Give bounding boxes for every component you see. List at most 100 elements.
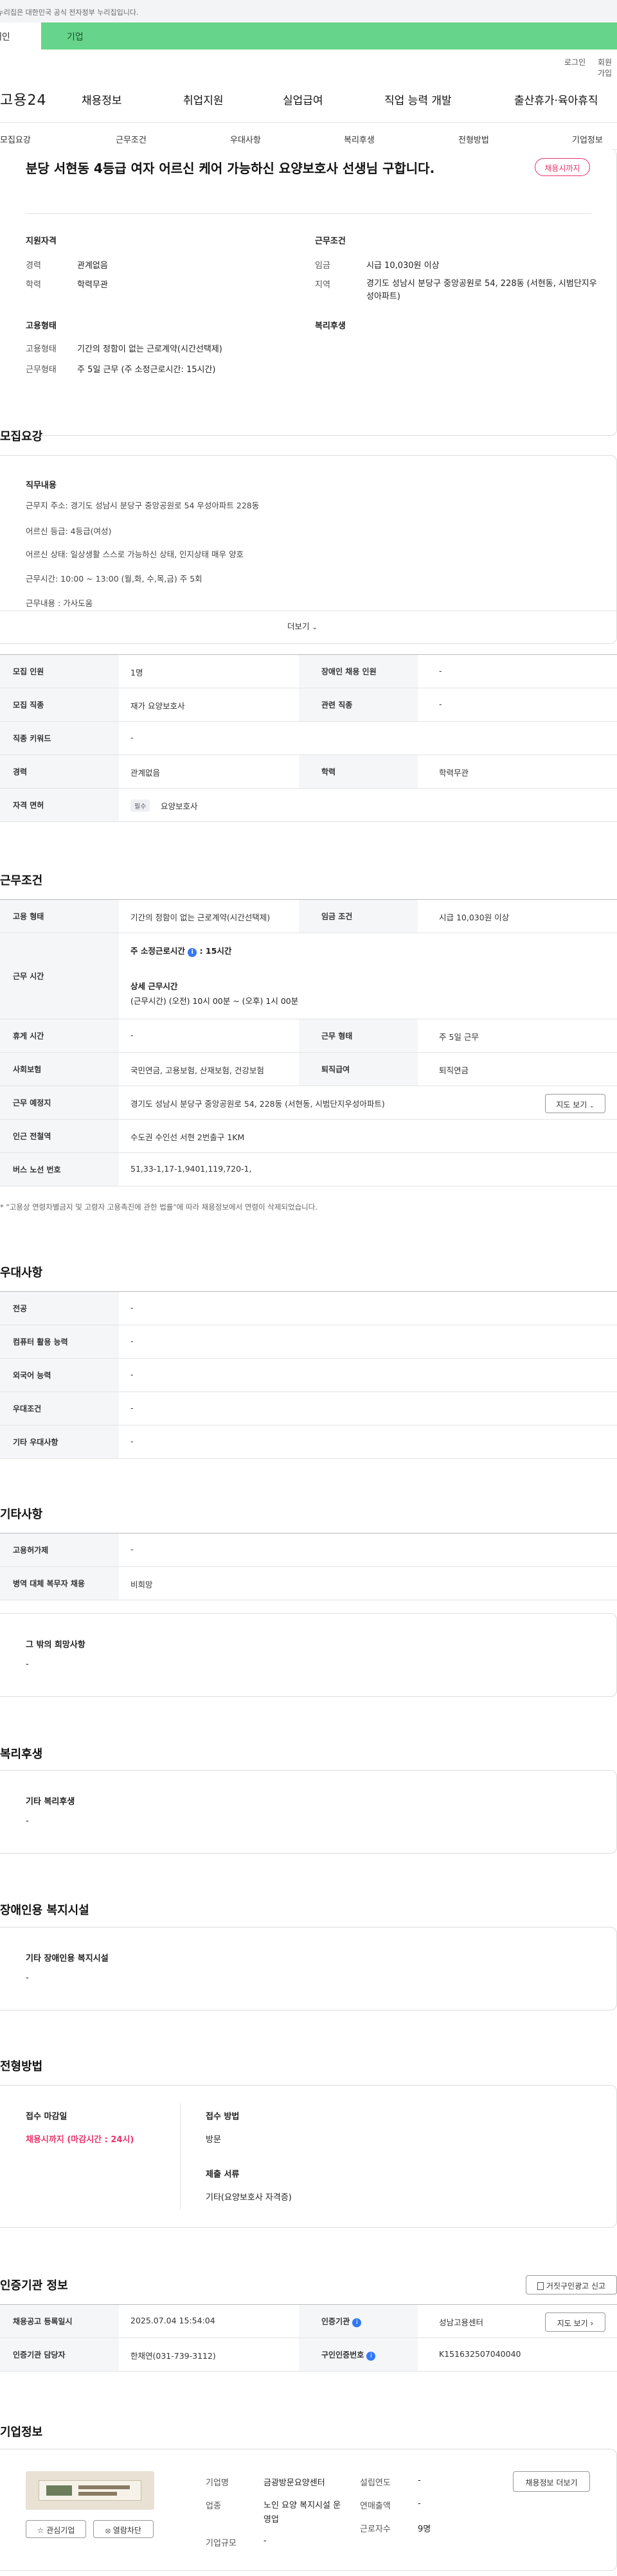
row-label: 임금 조건 — [299, 900, 418, 933]
job-title: 분당 서현동 4등급 여자 어르신 케어 가능하신 요양보호사 선생님 구합니다… — [26, 161, 435, 176]
info-icon[interactable]: i — [352, 2318, 362, 2327]
chevron-down-icon: ⌄ — [312, 624, 317, 631]
est-value: - — [418, 2476, 421, 2485]
row-value: 시급 10,030원 이상 — [439, 913, 510, 922]
table-row: 채용공고 등록일시 2025.07.04 15:54:04 인증기관 i 성남고용… — [0, 2305, 617, 2338]
row-value: - — [439, 666, 442, 675]
tab-preference[interactable]: 우대사항 — [230, 133, 261, 145]
welfare-section-heading: 복리후생 — [0, 1748, 43, 1761]
star-icon: ☆ — [37, 2526, 44, 2535]
row-label: 퇴직급여 — [299, 1053, 418, 1086]
table-row: 전공 - — [0, 1292, 617, 1325]
tab-individual[interactable]: 개인 — [0, 22, 41, 49]
tab-company[interactable]: 기업 — [41, 22, 617, 49]
disabled-box — [0, 1927, 617, 2010]
row-value: 기간의 정함이 없는 근로계약(시간선택제) — [130, 913, 271, 922]
more-button[interactable]: 더보기 ⌄ — [287, 620, 317, 632]
deadline-heading: 접수 마감일 — [26, 2112, 67, 2122]
place-map-button[interactable]: 지도 보기 ⌄ — [545, 1094, 605, 1113]
welfare-heading: 복리후생 — [315, 321, 346, 331]
row-value: - — [130, 733, 134, 742]
row-label: 근무 예정지 — [0, 1086, 119, 1119]
gov-banner-text: 이 누리집은 대한민국 공식 전자정부 누리집입니다. — [0, 8, 139, 17]
table-row: 기타 우대사항 - — [0, 1426, 617, 1459]
row-value: 수도권 수인선 서현 2번출구 1KM — [130, 1132, 245, 1142]
tab-conditions[interactable]: 근무조건 — [116, 133, 147, 145]
login-link[interactable]: 로그인 — [564, 57, 586, 67]
tab-company-info[interactable]: 기업정보 — [572, 133, 603, 145]
deadline-badge: 채용시까지 — [535, 158, 590, 176]
nav-jobs[interactable]: 채용정보 — [82, 91, 122, 107]
row-value: 학력무관 — [439, 768, 469, 778]
info-icon[interactable]: i — [366, 2352, 376, 2361]
row-label: 기타 우대사항 — [0, 1426, 119, 1458]
weekly-label: 주 소정근로시간 — [130, 946, 185, 956]
row-value: 51,33-1,17-1,9401,119,720-1, — [130, 1164, 252, 1174]
tab-recruit[interactable]: 모집요강 — [0, 133, 31, 145]
row-label: 전공 — [0, 1292, 119, 1325]
row-label: 병역 대체 복무자 채용 — [0, 1567, 119, 1600]
industry-label: 업종 — [206, 2501, 221, 2511]
nav-employment-support[interactable]: 취업지원 — [183, 91, 224, 107]
report-fake-ad-button[interactable]: 거짓구인광고 신고 — [526, 2275, 617, 2294]
table-row: 모집 직종 재가 요양보호사 관련 직종 - — [0, 688, 617, 722]
chevron-down-icon: ⌄ — [589, 1103, 595, 1109]
tab-welfare[interactable]: 복리후생 — [344, 133, 375, 145]
table-row: 인증기관 담당자 한채연(031-739-3112) 구인인증번호 i K1516… — [0, 2338, 617, 2372]
row-label: 버스 노선 번호 — [0, 1153, 119, 1186]
recruit-heading: 모집요강 — [0, 430, 43, 443]
age-note: * "고용상 연령차별금지 및 고령자 고용촉진에 관한 법률"에 따라 채용정… — [0, 1203, 317, 1212]
info-icon[interactable]: i — [188, 948, 197, 957]
table-row: 버스 노선 번호 51,33-1,17-1,9401,119,720-1, — [0, 1153, 617, 1186]
row-value: 2025.07.04 15:54:04 — [130, 2316, 215, 2325]
join-link[interactable]: 회원가입 — [598, 57, 617, 78]
row-label: 외국어 능력 — [0, 1359, 119, 1391]
header-divider — [0, 122, 617, 123]
license-value: 요양보호사 — [161, 801, 198, 811]
row-value: 성남고용센터 — [439, 2318, 484, 2327]
more-label: 더보기 — [287, 622, 310, 631]
row-value: - — [439, 699, 442, 709]
block-icon: ⦻ — [105, 2526, 111, 2535]
interest-company-button[interactable]: ☆ 관심기업 — [26, 2520, 86, 2538]
nav-parental-leave[interactable]: 출산휴가·육아휴직 — [514, 91, 598, 107]
row-value: 퇴직연금 — [439, 1066, 469, 1075]
row-label: 직종 키워드 — [0, 722, 119, 755]
tab-selection[interactable]: 전형방법 — [458, 133, 489, 145]
org-map-button[interactable]: 지도 보기 › — [545, 2312, 605, 2332]
work-heading: 근무조건 — [0, 874, 43, 888]
nav-unemployment-benefit[interactable]: 실업급여 — [283, 91, 323, 107]
selection-heading: 전형방법 — [0, 2060, 43, 2073]
wage-label: 임금 — [315, 261, 330, 271]
row-label: 고용허가제 — [0, 1534, 119, 1566]
duty-line: 근무내용 : 가사도움 — [26, 598, 93, 608]
est-label: 설립연도 — [360, 2478, 391, 2488]
deadline-value: 채용시까지 (마감시간 : 24시) — [26, 2135, 134, 2145]
nav-vocational-training[interactable]: 직업 능력 개발 — [384, 91, 452, 107]
etc-wish-box — [0, 1613, 617, 1697]
block-view-button[interactable]: ⦻ 열람차단 — [93, 2520, 154, 2538]
docs-heading: 제출 서류 — [206, 2170, 240, 2179]
table-row: 컴퓨터 활용 능력 - — [0, 1325, 617, 1359]
employees-value: 9명 — [418, 2525, 431, 2534]
duty-line: 어르신 등급: 4등급(여성) — [26, 526, 112, 536]
row-label: 근무 시간 — [0, 933, 119, 1019]
table-row: 외국어 능력 - — [0, 1359, 617, 1392]
duty-line: 근무시간: 10:00 ~ 13:00 (월,화, 수,목,금) 주 5회 — [26, 574, 202, 584]
row-label: 관련 직종 — [299, 688, 418, 721]
work-value: 주 5일 근무 (주 소정근로시간: 15시간) — [77, 365, 216, 375]
row-value: 관계없음 — [130, 768, 161, 778]
pref-heading: 우대사항 — [0, 1266, 43, 1280]
row-label: 학력 — [299, 755, 418, 788]
method-value: 방문 — [206, 2135, 221, 2145]
disabled-etc-value: - — [26, 1973, 29, 1983]
wage-value: 시급 10,030원 이상 — [366, 261, 440, 271]
row-value: - — [130, 1336, 134, 1346]
row-value: - — [130, 1030, 134, 1040]
emp-heading: 고용형태 — [26, 321, 57, 331]
site-logo[interactable]: 고용24 — [0, 89, 46, 109]
welfare-etc-value: - — [26, 1816, 29, 1826]
emp-value: 기간의 정함이 없는 근로계약(시간선택제) — [77, 344, 222, 354]
more-jobs-button[interactable]: 채용정보 더보기 — [513, 2471, 590, 2492]
sales-label: 연매출액 — [360, 2501, 391, 2511]
